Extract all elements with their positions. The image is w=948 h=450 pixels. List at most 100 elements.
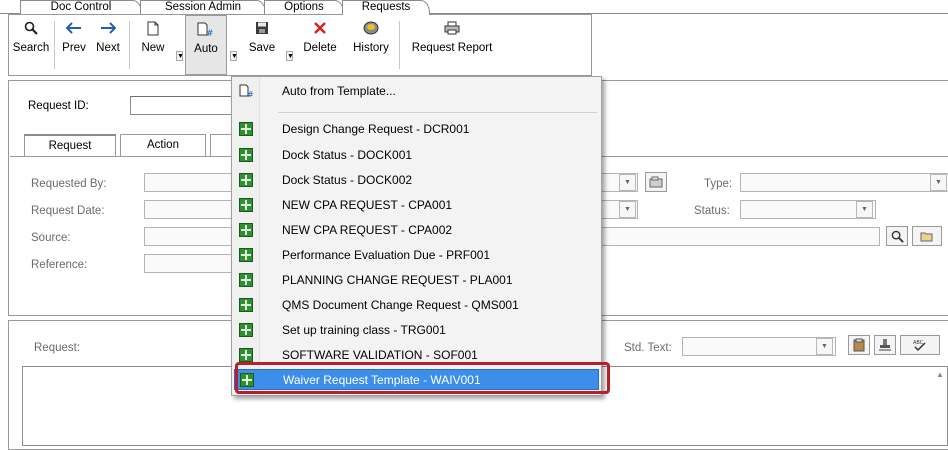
menu-item-template[interactable]: SOFTWARE VALIDATION - SOF001 (234, 345, 599, 366)
spell-check-button[interactable]: ABC (900, 335, 940, 355)
template-grid-icon (239, 298, 253, 312)
menu-item-template[interactable]: PLANNING CHANGE REQUEST - PLA001 (234, 270, 599, 291)
menu-item-label: PLANNING CHANGE REQUEST - PLA001 (282, 273, 513, 287)
auto-template-icon: # (186, 21, 226, 37)
next-button[interactable]: Next (91, 15, 125, 75)
menu-item-template[interactable]: Set up training class - TRG001 (234, 320, 599, 341)
tab-session-admin[interactable]: Session Admin (140, 0, 266, 14)
source-input[interactable] (144, 227, 244, 246)
next-label: Next (96, 42, 120, 54)
search-label: Search (12, 42, 50, 54)
source-open-button[interactable] (912, 226, 942, 246)
floppy-disk-icon (241, 20, 283, 36)
lookup-folder-button[interactable] (645, 172, 667, 192)
menu-item-template[interactable]: Design Change Request - DCR001 (234, 119, 599, 140)
menu-item-template[interactable]: Dock Status - DOCK002 (234, 170, 599, 191)
request-report-button[interactable]: Request Report (403, 15, 501, 75)
prev-button[interactable]: Prev (57, 15, 91, 75)
magnifier-icon (891, 230, 904, 243)
auto-template-icon: # (239, 84, 254, 99)
new-label: New (141, 42, 165, 54)
menu-item-label: Design Change Request - DCR001 (282, 122, 470, 136)
menu-item-template[interactable]: NEW CPA REQUEST - CPA001 (234, 195, 599, 216)
type-input[interactable] (740, 173, 948, 192)
menu-item-template-selected[interactable]: Waiver Request Template - WAIV001 (234, 369, 599, 390)
prev-label: Prev (62, 42, 86, 54)
chevron-down-icon[interactable]: ▼ (619, 201, 636, 218)
stamp-button[interactable] (874, 335, 896, 355)
request-report-label: Request Report (411, 42, 493, 54)
inner-tab-request[interactable]: Request (24, 134, 116, 156)
save-dropdown-arrow[interactable]: ▼ (286, 51, 294, 61)
printer-icon (403, 20, 501, 36)
reference-input[interactable] (144, 254, 244, 273)
std-text-combo[interactable] (682, 337, 836, 356)
folder-lookup-icon (649, 176, 663, 188)
magnifier-icon (11, 20, 51, 36)
template-grid-icon (239, 273, 253, 287)
tab-options[interactable]: Options (264, 0, 344, 14)
auto-button[interactable]: # Auto (185, 15, 227, 75)
template-grid-icon (239, 223, 253, 237)
toolbar-separator (399, 21, 400, 69)
chevron-down-icon[interactable]: ▼ (619, 174, 636, 191)
history-label: History (353, 42, 389, 54)
arrow-left-icon (57, 20, 91, 36)
history-disc-icon (347, 20, 395, 36)
source-input-tail[interactable] (596, 227, 880, 246)
menu-item-label: Auto from Template... (282, 84, 396, 98)
menu-item-label: NEW CPA REQUEST - CPA001 (282, 198, 453, 212)
red-x-icon (297, 20, 343, 36)
toolbar-separator (54, 21, 55, 69)
tab-doc-control[interactable]: Doc Control (20, 0, 142, 14)
save-label: Save (248, 42, 276, 54)
std-text-label: Std. Text: (624, 342, 672, 354)
menu-separator (278, 112, 597, 113)
template-grid-icon (239, 148, 253, 162)
menu-item-label: Dock Status - DOCK001 (282, 148, 413, 162)
menu-item-label: Waiver Request Template - WAIV001 (283, 373, 481, 387)
tab-requests[interactable]: Requests (342, 0, 430, 15)
requested-by-label: Requested By: (31, 178, 107, 190)
menu-item-label: Dock Status - DOCK002 (282, 173, 413, 187)
history-button[interactable]: History (347, 15, 395, 75)
svg-text:#: # (247, 90, 254, 98)
requested-by-input[interactable] (144, 173, 244, 192)
search-button[interactable]: Search (11, 15, 51, 75)
request-text-label: Request: (34, 342, 81, 354)
new-button[interactable]: New (133, 15, 173, 75)
auto-template-menu: # Auto from Template... Design Change Re… (231, 76, 602, 396)
template-grid-icon (239, 323, 253, 337)
paste-button[interactable] (848, 335, 870, 355)
source-search-button[interactable] (886, 226, 908, 246)
chevron-down-icon[interactable]: ▼ (816, 338, 833, 355)
status-label: Status: (694, 205, 730, 217)
chevron-down-icon[interactable]: ▼ (856, 201, 873, 218)
menu-item-template[interactable]: NEW CPA REQUEST - CPA002 (234, 220, 599, 241)
save-button[interactable]: Save (241, 15, 283, 75)
spell-check-icon: ABC (913, 340, 926, 352)
chevron-down-icon[interactable]: ▼ (930, 174, 947, 191)
delete-label: Delete (303, 42, 337, 54)
auto-from-template-item[interactable]: # Auto from Template... (234, 81, 599, 102)
blank-document-icon (133, 20, 173, 36)
scroll-up-arrow-icon[interactable]: ▲ (936, 370, 944, 379)
template-grid-icon (239, 248, 253, 262)
request-id-input[interactable] (130, 96, 240, 115)
new-dropdown-arrow[interactable]: ▼ (176, 51, 184, 61)
request-id-label: Request ID: (28, 100, 89, 112)
menu-item-label: QMS Document Change Request - QMS001 (282, 298, 519, 312)
menu-item-template[interactable]: Dock Status - DOCK001 (234, 145, 599, 166)
auto-dropdown-arrow[interactable]: ▼ (230, 51, 238, 61)
clipboard-icon (853, 338, 865, 352)
menu-item-template[interactable]: QMS Document Change Request - QMS001 (234, 295, 599, 316)
toolbar: Search Prev Next New ▼ # Auto ▼ Save ▼ D… (8, 14, 592, 76)
request-date-input[interactable] (144, 200, 244, 219)
arrow-right-icon (91, 20, 125, 36)
open-folder-icon (920, 232, 933, 242)
delete-button[interactable]: Delete (297, 15, 343, 75)
template-grid-icon (239, 198, 253, 212)
inner-tab-action[interactable]: Action (120, 134, 206, 156)
menu-item-template[interactable]: Performance Evaluation Due - PRF001 (234, 245, 599, 266)
template-grid-icon (239, 173, 253, 187)
